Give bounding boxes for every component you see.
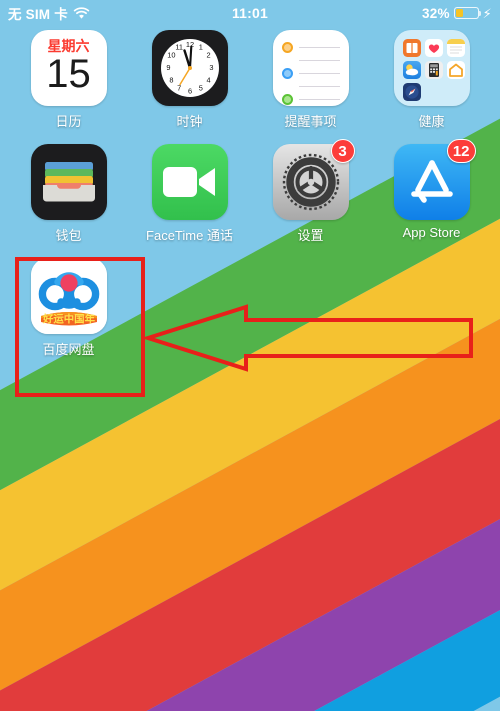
app-label-app-store: App Store xyxy=(402,225,461,240)
health-icon xyxy=(424,39,443,57)
reminder-row xyxy=(282,54,340,67)
reminder-line xyxy=(298,72,340,75)
svg-text:5: 5 xyxy=(198,83,202,92)
app-wallet-icon-wrap[interactable] xyxy=(30,144,107,220)
app-reminders-icon-wrap[interactable] xyxy=(272,30,349,106)
svg-text:4: 4 xyxy=(206,76,210,85)
wallet-icon[interactable] xyxy=(30,144,107,220)
folder-icon[interactable] xyxy=(393,30,470,106)
app-facetime-icon-wrap[interactable] xyxy=(151,144,228,220)
app-facetime[interactable]: FaceTime 通话 xyxy=(129,144,250,244)
app-clock[interactable]: 12 1 23 45 67 89 10 11 时钟 xyxy=(129,30,250,130)
carrier-label: 无 SIM 卡 xyxy=(8,7,68,22)
reminder-line xyxy=(298,59,340,62)
app-app-store[interactable]: 12 App Store xyxy=(371,139,492,244)
app-reminders[interactable]: 提醒事项 xyxy=(250,30,371,130)
reminder-row xyxy=(281,93,340,106)
battery-percent-label: 32% xyxy=(422,5,450,21)
reminder-line xyxy=(298,85,340,88)
lightning-bolt-icon: ⚡ xyxy=(482,5,492,21)
svg-text:8: 8 xyxy=(169,76,173,85)
reminder-dot-green xyxy=(281,94,293,105)
reminder-row xyxy=(282,80,340,93)
app-settings-icon-wrap[interactable]: 3 xyxy=(272,139,355,220)
app-folder-health[interactable]: 健康 xyxy=(371,30,492,130)
clock-icon[interactable]: 12 1 23 45 67 89 10 11 xyxy=(151,30,228,106)
svg-text:6: 6 xyxy=(187,86,191,95)
svg-text:12: 12 xyxy=(185,40,193,49)
badge-app-store: 12 xyxy=(446,139,476,163)
app-calendar-icon-wrap[interactable]: 星期六 15 xyxy=(30,30,107,106)
app-wallet[interactable]: 钱包 xyxy=(8,144,129,244)
app-label-folder-health: 健康 xyxy=(418,114,445,129)
reminders-icon[interactable] xyxy=(272,30,349,106)
reminder-line xyxy=(298,98,340,101)
app-label-reminders: 提醒事项 xyxy=(284,114,337,129)
app-baidu-netdisk-icon-wrap[interactable]: 好运中国年 xyxy=(30,258,107,334)
app-label-baidu-netdisk: 百度网盘 xyxy=(42,342,95,357)
app-label-calendar: 日历 xyxy=(55,114,82,129)
reminder-dot-orange xyxy=(281,42,293,53)
badge-settings: 3 xyxy=(330,139,355,163)
calendar-day: 15 xyxy=(46,52,91,96)
app-app-store-icon-wrap[interactable]: 12 xyxy=(393,139,476,220)
status-bar: 无 SIM 卡 11:01 32% ⚡ xyxy=(0,0,500,26)
calculator-icon xyxy=(424,61,443,79)
svg-text:2: 2 xyxy=(206,51,210,60)
app-calendar[interactable]: 星期六 15 日历 xyxy=(8,30,129,130)
svg-text:11: 11 xyxy=(175,43,183,52)
calendar-icon[interactable]: 星期六 15 xyxy=(30,30,107,106)
svg-text:好运中国年: 好运中国年 xyxy=(42,312,96,325)
app-label-settings: 设置 xyxy=(297,228,324,243)
home-icon xyxy=(446,61,465,79)
app-icon-grid: 星期六 15 日历 12 1 23 45 67 89 10 11 时钟 提醒事项… xyxy=(0,30,500,358)
books-icon xyxy=(402,39,421,57)
svg-text:9: 9 xyxy=(166,63,170,72)
app-label-facetime: FaceTime 通话 xyxy=(146,228,233,243)
reminder-dot-blue xyxy=(281,68,293,79)
battery-icon xyxy=(453,7,482,19)
app-label-wallet: 钱包 xyxy=(55,228,82,243)
reminder-row xyxy=(281,41,340,54)
svg-text:1: 1 xyxy=(198,43,202,52)
baidu-cloud-icon[interactable]: 好运中国年 xyxy=(30,258,107,334)
battery-fill xyxy=(455,9,463,17)
svg-text:10: 10 xyxy=(167,51,175,60)
app-label-clock: 时钟 xyxy=(176,114,203,129)
app-settings[interactable]: 3 设置 xyxy=(250,139,371,244)
reminder-line xyxy=(298,46,340,49)
iphone-home-screen: 无 SIM 卡 11:01 32% ⚡ 星期六 15 日历 12 1 2 3 4… xyxy=(0,0,500,711)
wifi-icon xyxy=(73,6,90,20)
reminder-row xyxy=(281,67,340,80)
app-folder-health-icon-wrap[interactable] xyxy=(393,30,470,106)
app-clock-icon-wrap[interactable]: 12 1 23 45 67 89 10 11 xyxy=(151,30,228,106)
notes-icon xyxy=(446,39,465,57)
weather-icon xyxy=(402,61,421,79)
compass-icon xyxy=(402,83,421,101)
status-bar-left: 无 SIM 卡 xyxy=(8,3,422,23)
app-baidu-netdisk[interactable]: 好运中国年 百度网盘 xyxy=(8,258,129,358)
svg-text:3: 3 xyxy=(209,63,213,72)
facetime-video-icon[interactable] xyxy=(151,144,228,220)
status-bar-right: 32% ⚡ xyxy=(422,6,492,21)
